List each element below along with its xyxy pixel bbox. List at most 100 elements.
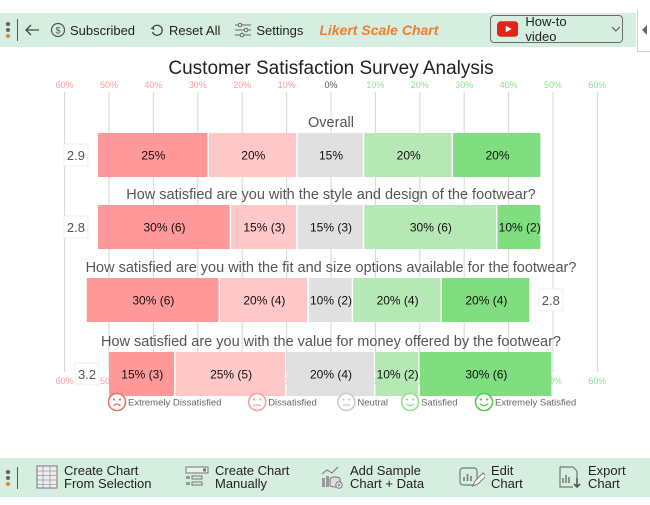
create-chart-manually-button[interactable]: Create Chart Manually	[185, 464, 289, 490]
export-chart-button[interactable]: Export Chart	[558, 464, 626, 490]
tick-label-bottom: 60%	[56, 376, 74, 386]
bar-label: 25% (5)	[210, 368, 252, 382]
reset-all-button[interactable]: Reset All	[149, 22, 220, 38]
settings-button[interactable]: Settings	[234, 22, 303, 38]
bar-label: 15% (3)	[310, 221, 352, 235]
neutral-face-icon	[337, 392, 356, 412]
bar-label: 30% (6)	[465, 368, 507, 382]
bottom-toolbar: Create Chart From Selection Create Chart M…	[0, 458, 650, 497]
likert-row: How satisfied are you with the value for…	[74, 334, 561, 396]
bar-label: 20%	[397, 149, 421, 163]
reset-all-label: Reset All	[169, 22, 221, 38]
toolbar-divider	[17, 466, 18, 489]
dollar-circle-icon: $	[50, 22, 66, 38]
legend-label: Dissatisfied	[268, 398, 317, 409]
legend: Extremely Dissatisfied Dissatisfied Neutra…	[107, 392, 576, 412]
arrow-left-icon	[25, 24, 39, 36]
sample-data-icon	[321, 466, 343, 489]
bar-label: 30% (6)	[132, 294, 174, 308]
x-axis-top: 60% 50% 40% 30% 20% 10% 0% 10% 20% 30% 40% 50% 60%	[56, 80, 607, 90]
reset-icon	[150, 24, 163, 36]
legend-item-neutral: Neutral	[337, 392, 388, 412]
tick-label-top: 0%	[324, 80, 337, 90]
legend-item-extremely-satisfied: Extremely Satisfied	[474, 392, 576, 412]
grip-handle-icon[interactable]	[5, 469, 11, 486]
extremely-dissatisfied-face-icon	[107, 392, 127, 412]
tick-label-top: 10%	[278, 80, 296, 90]
score-value: 2.8	[67, 220, 85, 235]
score-value: 3.2	[78, 367, 96, 382]
tick-label-top: 20%	[233, 80, 251, 90]
export-chart-line2: Chart	[588, 476, 620, 491]
question-label: How satisfied are you with the value for…	[101, 334, 561, 350]
legend-label: Extremely Dissatisfied	[128, 398, 221, 409]
create-chart-manually-line2: Manually	[215, 476, 268, 491]
youtube-icon	[497, 21, 519, 37]
bar-label: 20% (4)	[310, 368, 352, 382]
create-chart-from-selection-line2: From Selection	[64, 476, 152, 491]
svg-text:$: $	[55, 26, 60, 36]
score-value: 2.8	[542, 293, 560, 308]
question-label: How satisfied are you with the style and…	[126, 187, 535, 203]
bar-label: 20% (4)	[465, 294, 507, 308]
extremely-satisfied-face-icon	[474, 392, 494, 412]
tick-label-top: 50%	[544, 80, 562, 90]
legend-label: Extremely Satisfied	[495, 398, 576, 409]
bar-label: 20% (4)	[377, 294, 419, 308]
add-sample-line2: Chart + Data	[350, 476, 425, 491]
chevron-down-icon	[611, 26, 621, 32]
how-to-video-label: How-to video	[525, 14, 567, 44]
tick-label-top: 60%	[56, 80, 74, 90]
chart-title: Customer Satisfaction Survey Analysis	[168, 58, 493, 79]
edit-chart-line2: Chart	[491, 476, 523, 491]
likert-row: How satisfied are you with the fit and s…	[86, 260, 577, 322]
export-chart-icon	[559, 466, 581, 489]
legend-label: Satisfied	[421, 398, 457, 409]
legend-item-satisfied: Satisfied	[400, 392, 458, 412]
legend-item-dissatisfied: Dissatisfied	[247, 392, 317, 412]
caret-left-icon	[642, 25, 647, 35]
sliders-icon	[235, 22, 252, 38]
subscribed-button[interactable]: $ Subscribed	[50, 22, 135, 38]
subscribed-label: Subscribed	[70, 22, 136, 38]
tick-label-top: 30%	[189, 80, 207, 90]
brand-title: Likert Scale Chart	[319, 22, 439, 38]
back-button[interactable]	[24, 23, 40, 37]
create-chart-from-selection-button[interactable]: Create Chart From Selection	[36, 464, 151, 490]
likert-row: How satisfied are you with the style and…	[63, 187, 541, 249]
tick-label-bottom: 60%	[588, 376, 606, 386]
tick-label-top: 50%	[100, 80, 118, 90]
bar-label: 30% (6)	[143, 221, 185, 235]
score-value: 2.9	[67, 148, 85, 163]
toolbar-divider	[17, 19, 18, 41]
bar-label: 10% (2)	[310, 294, 352, 308]
bar-label: 20%	[485, 149, 509, 163]
edit-chart-button[interactable]: Edit Chart	[459, 464, 523, 490]
tick-label-top: 40%	[500, 80, 518, 90]
bar-label: 20% (4)	[243, 294, 285, 308]
likert-chart: Customer Satisfaction Survey Analysis 60…	[56, 58, 607, 412]
tick-label-top: 40%	[144, 80, 162, 90]
bar-label: 25%	[141, 149, 165, 163]
question-label: How satisfied are you with the fit and s…	[86, 260, 577, 276]
tick-label-top: 30%	[455, 80, 473, 90]
legend-label: Neutral	[357, 398, 388, 409]
legend-item-extremely-dissatisfied: Extremely Dissatisfied	[107, 392, 221, 412]
bar-label: 10% (2)	[499, 221, 541, 235]
likert-row: Overall 25% 20% 15% 20% 20% 2.9	[63, 115, 541, 177]
tick-label-top: 10%	[366, 80, 384, 90]
settings-label: Settings	[256, 22, 304, 38]
how-to-video-dropdown[interactable]: How-to video	[490, 14, 623, 44]
tick-label-top: 60%	[588, 80, 606, 90]
question-label: Overall	[308, 115, 354, 131]
satisfied-face-icon	[400, 392, 420, 412]
add-sample-chart-data-button[interactable]: Add Sample Chart + Data	[320, 464, 424, 490]
collapse-side-panel-button[interactable]	[637, 10, 650, 52]
bar-label: 15% (3)	[121, 368, 163, 382]
edit-chart-icon	[459, 467, 485, 487]
bar-label: 15%	[319, 149, 343, 163]
grip-handle-icon[interactable]	[5, 22, 11, 38]
dissatisfied-face-icon	[247, 392, 267, 412]
form-list-icon	[185, 466, 209, 486]
top-toolbar: $ Subscribed Reset All Settings Likert S…	[0, 13, 636, 47]
